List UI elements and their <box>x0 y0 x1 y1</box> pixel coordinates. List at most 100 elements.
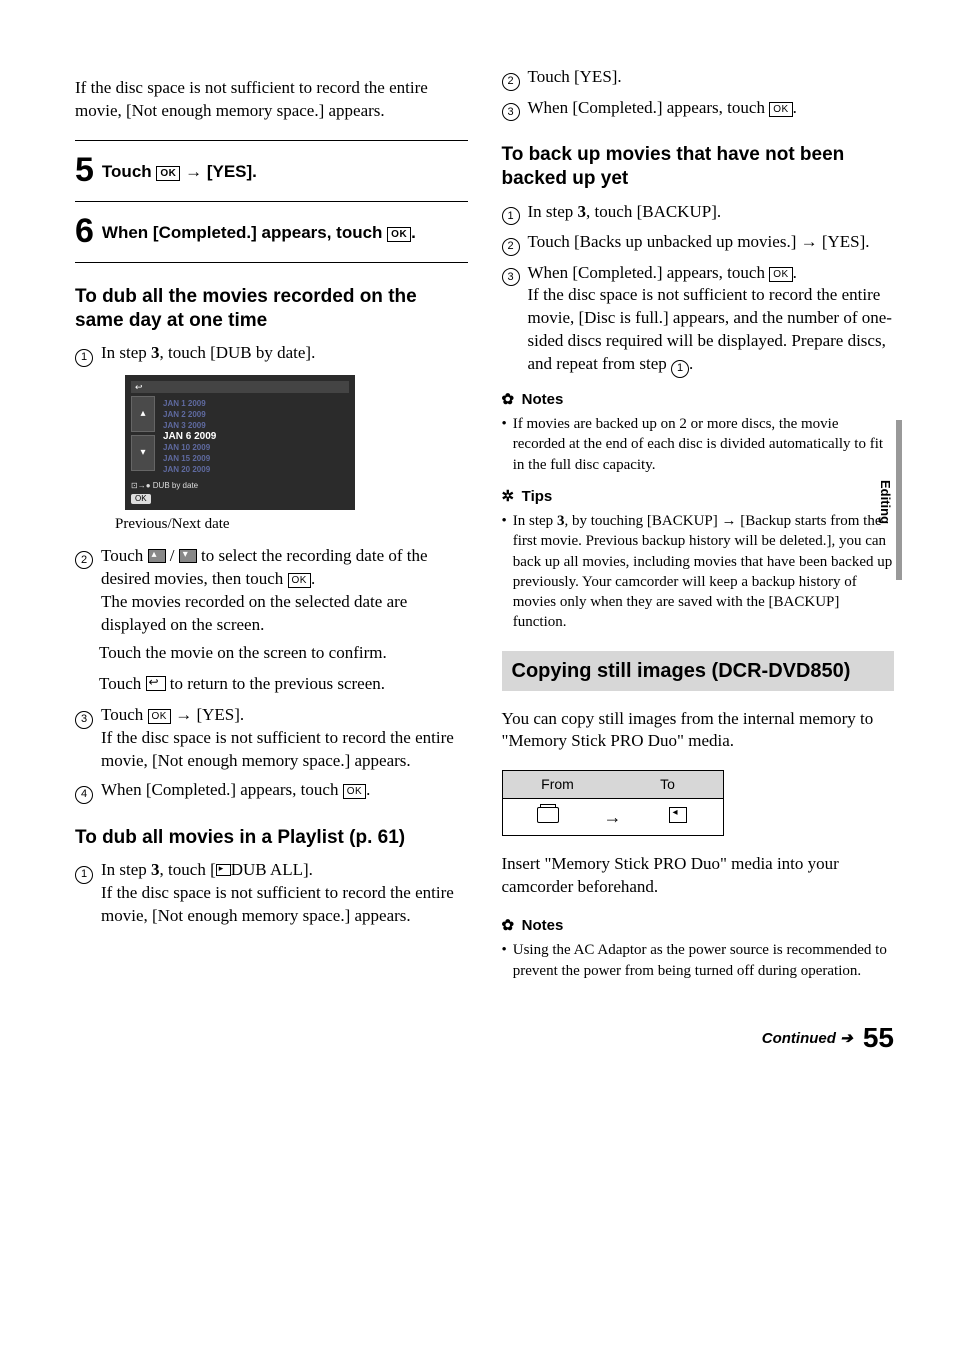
subsection-dub-same-day: To dub all the movies recorded on the sa… <box>75 285 468 333</box>
memory-stick-icon <box>669 807 687 823</box>
screenshot-caption: Previous/Next date <box>115 514 468 534</box>
tips-heading: ✲ Tips <box>502 487 895 507</box>
playlist-icon <box>216 864 231 876</box>
continued-arrow-icon: ➔ <box>840 1029 853 1049</box>
return-text: Touch to return to the previous screen. <box>99 673 468 696</box>
divider <box>75 201 468 202</box>
text: When [Completed.] appears, touch <box>101 780 343 799</box>
page-number: 55 <box>863 1022 894 1053</box>
notes-label: Notes <box>522 391 564 408</box>
side-tab-bar <box>896 420 902 580</box>
text: In step <box>101 860 151 879</box>
tips-label: Tips <box>522 488 553 505</box>
circled-3-icon: 3 <box>502 103 520 121</box>
next-date-button: ▾ <box>131 435 155 471</box>
text: In step <box>513 513 557 529</box>
text: Touch [Backs up unbacked up movies.] → [… <box>528 231 870 256</box>
page-footer: Continued ➔ 55 <box>75 1019 894 1057</box>
text: , touch [ <box>160 860 216 879</box>
notes-heading: ✿ Notes <box>502 916 895 936</box>
prev-date-button: ▴ <box>131 396 155 432</box>
step-ref: 3 <box>151 343 160 362</box>
copy-intro-paragraph: You can copy still images from the inter… <box>502 708 895 754</box>
date-item: JAN 10 2009 <box>163 442 345 453</box>
step-number-6: 6 <box>75 214 94 248</box>
backup-substep-1: 1 In step 3, touch [BACKUP]. <box>502 201 895 226</box>
step-ref: 3 <box>578 202 587 221</box>
substep-1: 1 In step 3, touch [DUB by date]. <box>75 342 468 367</box>
tips-icon: ✲ <box>502 487 518 507</box>
text: When [Completed.] appears, touch <box>528 98 770 117</box>
left-column: If the disc space is not sufficient to r… <box>75 60 468 989</box>
screenshot-label: DUB by date <box>153 481 198 490</box>
text: , touch [BACKUP]. <box>586 202 721 221</box>
date-list: JAN 1 2009 JAN 2 2009 JAN 3 2009 JAN 6 2… <box>159 396 349 477</box>
text: / <box>166 546 179 565</box>
text: Using the AC Adaptor as the power source… <box>513 940 894 981</box>
substep-3: 3 Touch OK → [YES]. If the disc space is… <box>75 704 468 773</box>
text: to return to the previous screen. <box>166 674 386 693</box>
ok-button-icon: OK <box>288 573 311 588</box>
screenshot-ok-button: OK <box>131 494 151 505</box>
subsection-dub-playlist: To dub all movies in a Playlist (p. 61) <box>75 826 468 850</box>
tip-item: In step 3, by touching [BACKUP] → [Backu… <box>502 511 895 633</box>
side-tab-label: Editing <box>876 480 894 524</box>
note-item: If movies are backed up on 2 or more dis… <box>502 414 895 475</box>
step-5: 5 Touch OK → [YES]. <box>75 155 468 187</box>
text: . <box>689 354 693 373</box>
notes-icon: ✿ <box>502 916 518 936</box>
date-item: JAN 15 2009 <box>163 453 345 464</box>
text: , touch [DUB by date]. <box>160 343 316 362</box>
step6-text-pre: When [Completed.] appears, touch <box>102 223 387 242</box>
notes-icon: ✿ <box>502 390 518 410</box>
circled-2-icon: 2 <box>75 551 93 569</box>
backup-substep-3: 3 When [Completed.] appears, touch OK. I… <box>502 262 895 378</box>
date-item: JAN 3 2009 <box>163 420 345 431</box>
circled-2-icon: 2 <box>502 238 520 256</box>
text: . <box>366 780 370 799</box>
circled-1-icon: 1 <box>502 207 520 225</box>
note-item: Using the AC Adaptor as the power source… <box>502 940 895 981</box>
up-button-icon <box>148 549 166 563</box>
step6-text-post: . <box>411 223 416 242</box>
circled-1-icon: 1 <box>75 349 93 367</box>
circled-2-icon: 2 <box>502 73 520 91</box>
text: Touch <box>101 705 148 724</box>
substep-4: 4 When [Completed.] appears, touch OK. <box>75 779 468 804</box>
circled-1-icon: 1 <box>75 866 93 884</box>
camcorder-screenshot: ↩ ▴ ▾ JAN 1 2009 JAN 2 2009 JAN 3 2009 J… <box>125 375 355 511</box>
table-header-to: To <box>613 771 723 798</box>
step-6: 6 When [Completed.] appears, touch OK. <box>75 216 468 248</box>
playlist-substep-2: 2 Touch [YES]. <box>502 66 895 91</box>
text: , by touching [BACKUP] → [Backup starts … <box>513 513 892 630</box>
text: In step <box>101 343 151 362</box>
text: If movies are backed up on 2 or more dis… <box>513 414 894 475</box>
ok-button-icon: OK <box>148 709 171 724</box>
text: Touch [YES]. <box>528 66 622 91</box>
text: In step <box>528 202 578 221</box>
ok-button-icon: OK <box>387 227 411 242</box>
internal-memory-icon <box>537 807 559 823</box>
intro-paragraph: If the disc space is not sufficient to r… <box>75 77 468 123</box>
section-copy-still-images: Copying still images (DCR-DVD850) <box>502 651 895 691</box>
divider <box>75 140 468 141</box>
step-ref: 3 <box>151 860 160 879</box>
text: Touch <box>101 546 148 565</box>
subsection-backup: To back up movies that have not been bac… <box>502 143 895 191</box>
right-column: 2 Touch [YES]. 3 When [Completed.] appea… <box>502 60 895 989</box>
text: If the disc space is not sufficient to r… <box>101 883 454 925</box>
text: DUB ALL]. <box>231 860 313 879</box>
playlist-substep-3: 3 When [Completed.] appears, touch OK. <box>502 97 895 122</box>
backup-substep-2: 2 Touch [Backs up unbacked up movies.] →… <box>502 231 895 256</box>
circled-1-icon: 1 <box>671 360 689 378</box>
text: Touch <box>99 674 146 693</box>
table-header-from: From <box>503 771 613 798</box>
down-button-icon <box>179 549 197 563</box>
ok-button-icon: OK <box>769 102 792 117</box>
dub-icon: ⊡→● <box>131 481 153 490</box>
notes-label: Notes <box>522 917 564 934</box>
arrow-right-icon: → <box>593 805 633 829</box>
playlist-substep-1: 1 In step 3, touch [ DUB ALL]. If the dis… <box>75 859 468 928</box>
step5-text-post: → [YES]. <box>180 162 257 181</box>
step5-text-pre: Touch <box>102 162 156 181</box>
